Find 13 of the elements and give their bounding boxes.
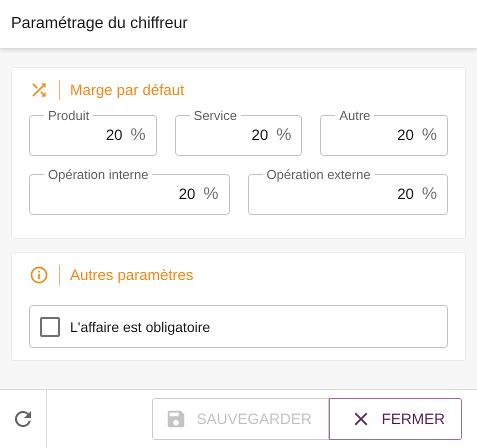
checkbox[interactable] [40, 316, 60, 336]
percent-input-field[interactable]: Produit 20 % [29, 108, 157, 156]
checkbox-row[interactable]: L'affaire est obligatoire [29, 305, 448, 348]
section-title: Marge par défaut [70, 82, 184, 98]
window-title: Paramétrage du chiffreur [11, 15, 188, 33]
info-icon [29, 265, 49, 285]
percent-input-field[interactable]: Opération interne 20 % [29, 167, 230, 215]
close-button[interactable]: FERMER [328, 398, 462, 440]
checkbox-label: L'affaire est obligatoire [70, 318, 210, 334]
percent-input-field[interactable]: Opération externe 20 % [248, 167, 448, 215]
percent-input-field[interactable]: Autre 20 % [320, 108, 448, 156]
percent-input-field[interactable]: Service 20 % [174, 108, 302, 156]
section-title: Autres paramètres [70, 266, 194, 284]
